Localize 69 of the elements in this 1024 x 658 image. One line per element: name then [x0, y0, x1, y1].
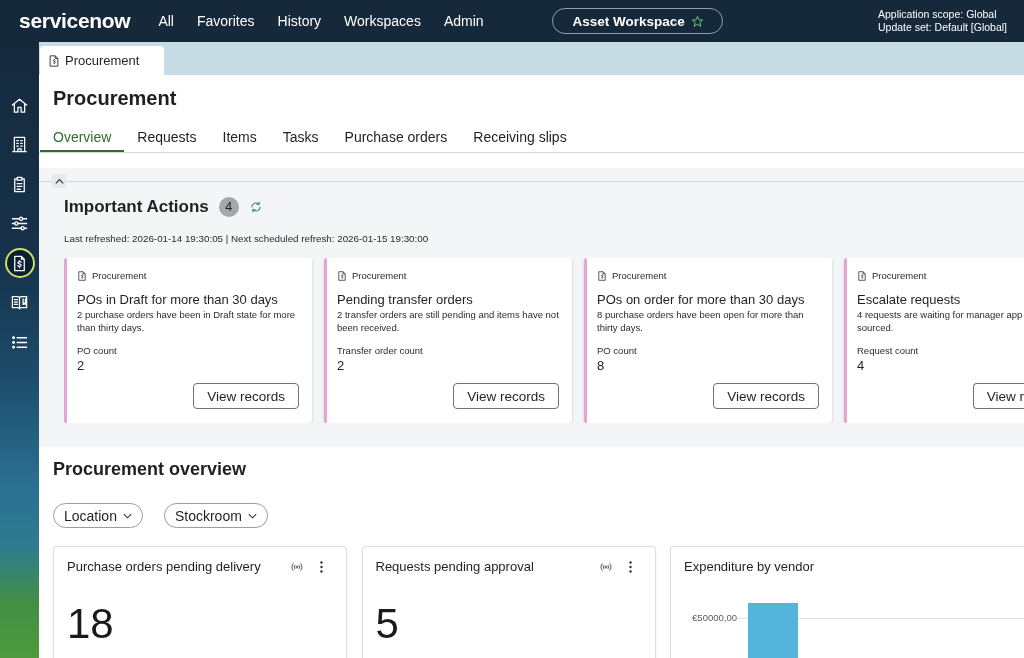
view-records-button[interactable]: View records: [193, 383, 299, 409]
card-source: Procurement: [872, 270, 927, 282]
section-tab[interactable]: Purchase orders: [331, 124, 461, 152]
more-options-icon[interactable]: [320, 561, 323, 573]
card-source: Procurement: [612, 270, 667, 282]
section-tab[interactable]: Overview: [40, 124, 125, 152]
widget-title: Expenditure by vendor: [684, 559, 816, 575]
building-icon: [10, 135, 29, 154]
card-description: 4 requests are waiting for manager app sourced.: [857, 308, 1024, 334]
nav-menu-item[interactable]: Workspaces: [344, 13, 421, 29]
widget-value: 18: [67, 602, 115, 646]
nav-menu-item[interactable]: History: [277, 13, 322, 29]
metric-label: PO count: [77, 344, 118, 357]
section-heading: Important Actions: [64, 196, 209, 218]
card-title: POs on order for more than 30 days: [597, 292, 806, 308]
card-source: Procurement: [352, 270, 407, 282]
count-badge: 4: [218, 197, 239, 217]
page-title: Procurement: [53, 86, 178, 110]
section-tab[interactable]: Tasks: [269, 124, 332, 152]
card-description: 2 purchase orders have been in Draft state for more than thirty days.: [77, 308, 297, 334]
card-description: 2 transfer orders are still pending and items have not been received.: [337, 308, 559, 334]
document-icon: [597, 271, 607, 281]
document-icon: [77, 271, 87, 281]
broadcast-icon[interactable]: [599, 561, 612, 573]
section-tab[interactable]: Receiving slips: [460, 124, 580, 152]
card-title: POs in Draft for more than 30 days: [77, 292, 279, 308]
metric-value: 2: [337, 357, 346, 374]
scope-info-text: Application scope: Global: [878, 8, 998, 21]
metric-label: PO count: [597, 344, 638, 357]
logo[interactable]: servicenow: [19, 9, 131, 33]
star-icon[interactable]: [690, 14, 704, 28]
metric-value: 8: [597, 357, 606, 374]
refresh-status-text: Last refreshed: 2026-01-14 19:30:05 | Next scheduled refresh: 2026-01-15 19:30:00: [64, 231, 430, 245]
metric-value: 2: [77, 357, 86, 374]
view-records-button[interactable]: View r: [972, 383, 1024, 409]
view-records-button[interactable]: View records: [713, 383, 819, 409]
book-icon: [10, 293, 29, 312]
collapse-button[interactable]: [52, 174, 66, 188]
filter-dropdown[interactable]: Location: [53, 503, 143, 528]
document-icon: [48, 54, 60, 67]
card-source: Procurement: [92, 270, 147, 282]
sliders-icon: [10, 214, 29, 233]
refresh-icon[interactable]: [248, 200, 263, 214]
section-heading: Procurement overview: [53, 458, 248, 480]
page-tab[interactable]: Procurement: [40, 46, 164, 75]
document-icon: [337, 271, 347, 281]
home-icon: [10, 95, 29, 115]
section-tab[interactable]: Requests: [124, 124, 210, 152]
section-tab[interactable]: Items: [209, 124, 270, 152]
nav-menu-item[interactable]: All: [158, 13, 174, 29]
card-description: 8 purchase orders have been open for more than thirty days.: [597, 308, 805, 334]
widget-title: Requests pending approval: [375, 559, 535, 575]
nav-menu-item[interactable]: Admin: [443, 13, 484, 29]
metric-label: Transfer order count: [337, 344, 424, 357]
metric-label: Request count: [857, 344, 920, 357]
card-title: Pending transfer orders: [337, 292, 474, 308]
widget-title: Purchase orders pending delivery: [67, 559, 262, 575]
broadcast-icon[interactable]: [291, 561, 303, 573]
sidebar-item[interactable]: [4, 248, 35, 278]
view-records-button[interactable]: View records: [453, 383, 559, 409]
card-title: Escalate requests: [857, 292, 962, 308]
axis-tick-label: €50000,00: [691, 612, 737, 624]
more-options-icon[interactable]: [628, 561, 632, 573]
widget-value: 5: [375, 602, 400, 646]
metric-value: 4: [857, 357, 866, 374]
filter-dropdown[interactable]: Stockroom: [163, 503, 268, 528]
nav-menu-item[interactable]: Favorites: [196, 13, 255, 29]
scope-info-text: Update set: Default [Global]: [878, 21, 1007, 34]
document-icon: [857, 271, 867, 281]
